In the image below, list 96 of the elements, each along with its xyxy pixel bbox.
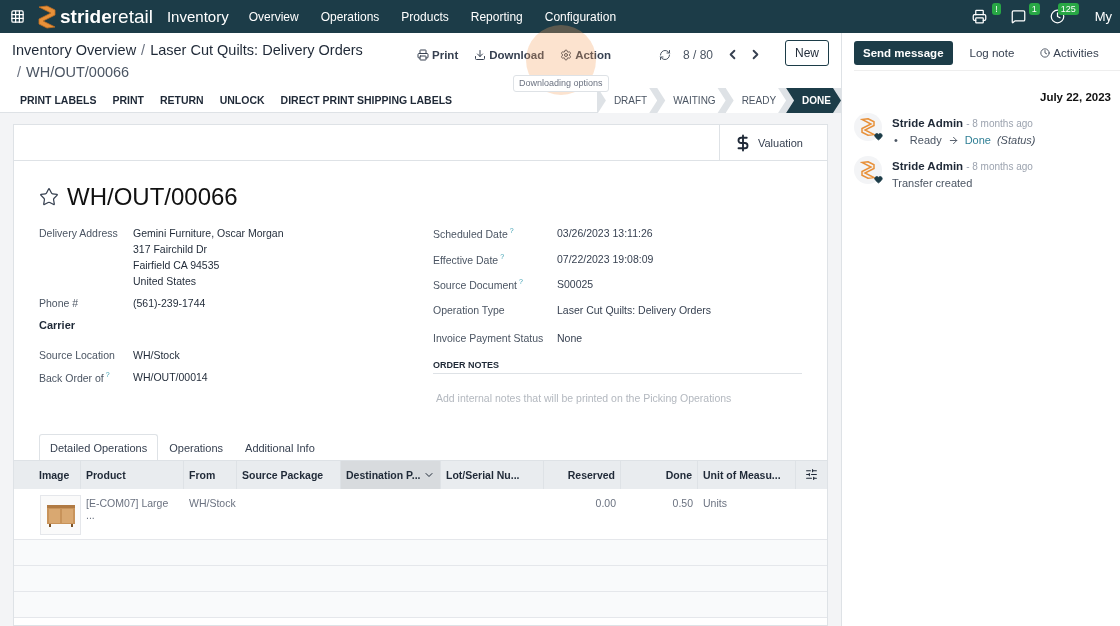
field-label: Operation Type bbox=[433, 303, 506, 316]
column-header[interactable]: Lot/Serial Nu... bbox=[441, 460, 544, 489]
avatar-logo-icon bbox=[860, 118, 876, 136]
breadcrumb-link[interactable]: Laser Cut Quilts: Delivery Orders bbox=[150, 42, 363, 58]
field-value: WH/OUT/00014 bbox=[133, 371, 208, 383]
menu-item[interactable]: Products bbox=[401, 9, 449, 24]
column-header[interactable]: Product bbox=[81, 460, 184, 489]
menu-item[interactable]: Overview bbox=[248, 9, 299, 24]
message-author: Stride Admin bbox=[892, 160, 964, 172]
print-button[interactable]: Print bbox=[409, 45, 467, 65]
count-badge: 1 bbox=[1028, 3, 1040, 15]
breadcrumb-separator: / bbox=[141, 42, 146, 58]
field-value: Gemini Furniture, Oscar Morgan bbox=[133, 227, 284, 239]
status-stage[interactable]: WAITING bbox=[657, 88, 726, 113]
apps-menu-icon[interactable] bbox=[10, 9, 25, 24]
field-label: Delivery Address bbox=[39, 227, 119, 241]
action-menu-button[interactable]: Action bbox=[552, 45, 619, 65]
breadcrumb-current: WH/OUT/00066 bbox=[26, 64, 130, 80]
tab[interactable]: Detailed Operations bbox=[39, 433, 159, 461]
avatar-logo-icon bbox=[860, 161, 876, 179]
table-cell-text: [E-COM07] Large ... bbox=[85, 495, 170, 523]
table-cell-text: 0.50 bbox=[671, 495, 694, 511]
print-icon bbox=[417, 49, 429, 61]
count-badge: 125 bbox=[1057, 3, 1079, 15]
message-time: - 8 months ago bbox=[966, 161, 1033, 172]
field-label: Scheduled Date $^{?}$ bbox=[433, 227, 515, 240]
heart-icon bbox=[874, 132, 883, 141]
field-value: Fairfield CA 94535 bbox=[133, 259, 221, 271]
field-value: S00025 bbox=[557, 278, 594, 291]
field-value: Laser Cut Quilts: Delivery Orders bbox=[557, 303, 712, 316]
menu-item[interactable]: Reporting bbox=[470, 9, 523, 24]
printer-icon[interactable] bbox=[971, 9, 987, 24]
field-value: None bbox=[557, 331, 583, 344]
section-title: ORDER NOTES bbox=[433, 359, 802, 374]
pager-value: 8 / 80 bbox=[682, 47, 713, 62]
field-label: Carrier bbox=[39, 319, 77, 331]
gear-icon bbox=[560, 49, 573, 61]
message-text: Transfer created bbox=[892, 177, 973, 189]
app-name[interactable]: Inventory bbox=[166, 8, 229, 25]
column-header[interactable]: Unit of Measu... bbox=[698, 460, 796, 489]
header-button[interactable]: PRINT LABELS bbox=[12, 94, 105, 106]
heart-icon bbox=[874, 175, 883, 184]
column-header[interactable]: Done bbox=[621, 460, 698, 489]
tracked-field: (Status) bbox=[996, 134, 1036, 146]
breadcrumb-link[interactable]: Inventory Overview bbox=[12, 42, 137, 58]
column-header[interactable]: Reserved bbox=[544, 460, 621, 489]
message-author: Stride Admin bbox=[892, 117, 964, 129]
table-cell-text: WH/Stock bbox=[188, 495, 237, 511]
field-label: Back Order of $^{?}$ bbox=[39, 371, 111, 384]
column-settings-icon[interactable] bbox=[805, 468, 818, 481]
message-time: - 8 months ago bbox=[966, 118, 1033, 129]
brand-name: strideretail bbox=[60, 5, 153, 28]
column-header[interactable]: From bbox=[184, 460, 237, 489]
table-cell-text: 0.00 bbox=[594, 495, 617, 511]
old-value: Ready bbox=[909, 134, 942, 146]
logo-icon bbox=[37, 4, 57, 29]
new-value: Done bbox=[964, 134, 991, 146]
user-menu[interactable]: My bbox=[1094, 9, 1112, 24]
chatter-button[interactable]: Send message bbox=[854, 40, 953, 65]
field-value: 317 Fairchild Dr bbox=[133, 243, 209, 255]
record-title: WH/OUT/00066 bbox=[67, 183, 238, 211]
refresh-icon[interactable] bbox=[658, 48, 671, 61]
header-button[interactable]: UNLOCK bbox=[211, 94, 273, 106]
status-stage[interactable]: DRAFT bbox=[597, 88, 658, 113]
field-value: 07/22/2023 19:08:09 bbox=[557, 252, 654, 265]
status-stage[interactable]: READY bbox=[725, 88, 787, 113]
field-value: (561)-239-1744 bbox=[133, 297, 206, 309]
menu-item[interactable]: Operations bbox=[320, 9, 380, 24]
table-cell-text: Units bbox=[702, 495, 728, 511]
tooltip: Downloading options bbox=[513, 75, 609, 92]
field-value: United States bbox=[133, 275, 198, 287]
download-button[interactable]: Download bbox=[466, 45, 553, 65]
field-value: WH/Stock bbox=[133, 349, 180, 361]
column-header[interactable]: Destination P... bbox=[341, 460, 441, 489]
field-label: Effective Date $^{?}$ bbox=[433, 252, 506, 265]
field-label: Source Document $^{?}$ bbox=[433, 278, 524, 291]
date-separator: July 22, 2023 bbox=[1040, 91, 1112, 103]
new-button[interactable]: New bbox=[785, 40, 829, 66]
arrow-icon bbox=[947, 134, 959, 146]
star-icon[interactable] bbox=[39, 187, 59, 207]
field-label: Phone # bbox=[39, 297, 80, 309]
field-value: 03/26/2023 13:11:26 bbox=[557, 227, 653, 240]
header-button[interactable]: PRINT bbox=[104, 94, 152, 106]
clock-icon bbox=[1040, 47, 1051, 58]
count-badge: ! bbox=[992, 3, 1001, 15]
field-label: Invoice Payment Status bbox=[433, 331, 545, 344]
breadcrumb-separator: / bbox=[17, 64, 22, 80]
status-stage[interactable]: DONE bbox=[786, 88, 841, 113]
column-header[interactable]: Image bbox=[14, 460, 81, 489]
menu-item[interactable]: Configuration bbox=[544, 9, 617, 24]
field-label: Source Location bbox=[39, 349, 116, 361]
header-button[interactable]: RETURN bbox=[151, 94, 212, 106]
header-button[interactable]: DIRECT PRINT SHIPPING LABELS bbox=[272, 94, 461, 106]
bullet: • bbox=[894, 134, 898, 146]
download-icon bbox=[474, 49, 487, 61]
chat-icon[interactable] bbox=[1010, 9, 1026, 24]
